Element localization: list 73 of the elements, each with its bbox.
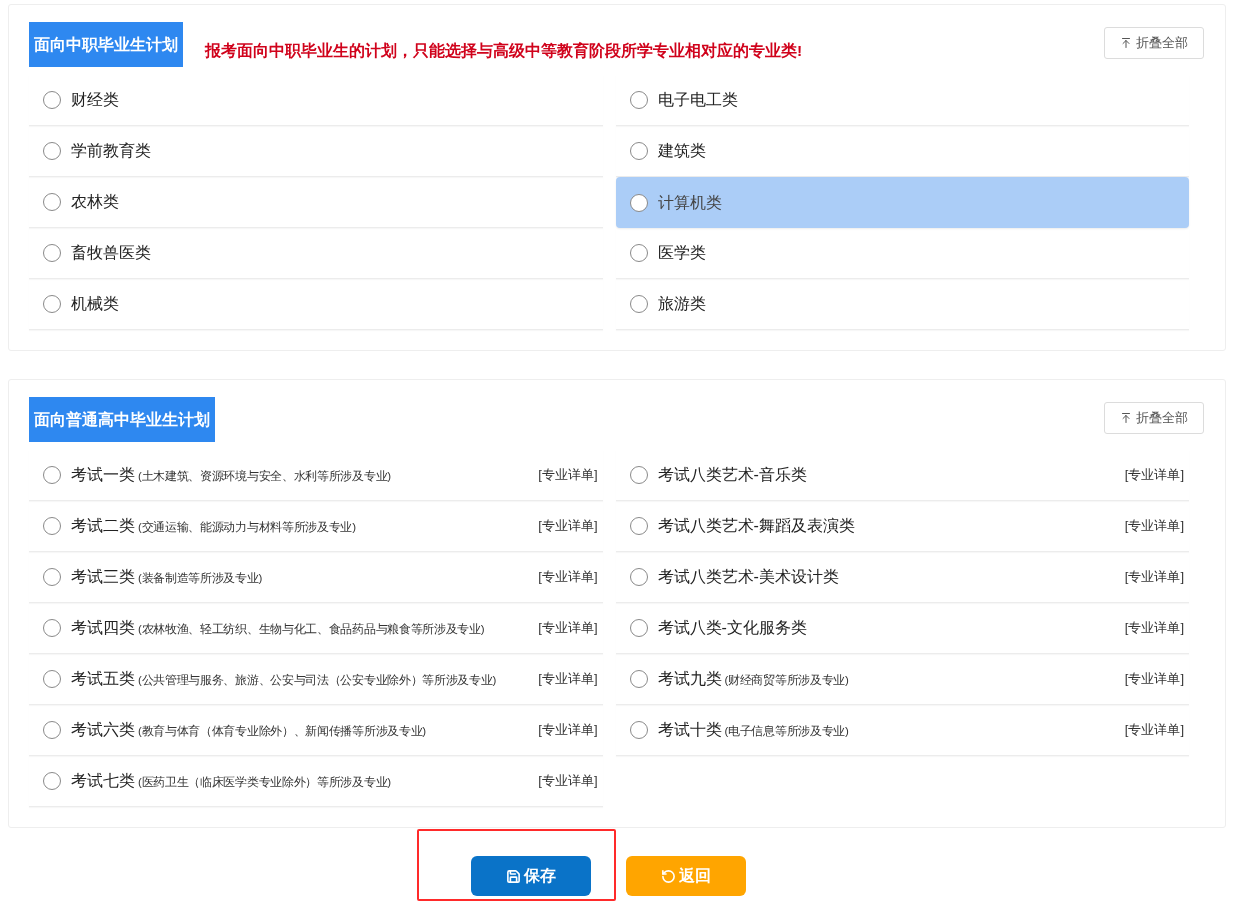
option-row[interactable]: 畜牧兽医类 (29, 228, 603, 279)
collapse-button[interactable]: 折叠全部 (1104, 27, 1204, 59)
option-row[interactable]: 考试八类艺术-美术设计类 [专业详单] (615, 552, 1189, 603)
detail-link[interactable]: [专业详单] (1124, 465, 1184, 485)
option-label: 旅游类 (657, 294, 706, 314)
option-label: 考试一类 (71, 465, 135, 485)
option-row[interactable]: 电子电工类 (615, 75, 1189, 126)
option-label: 农林类 (71, 192, 119, 212)
option-note: (农林牧渔、轻工纺织、生物与化工、食品药品与粮食等所涉及专业) (138, 622, 485, 637)
option-label: 医学类 (657, 243, 706, 263)
detail-link[interactable]: [专业详单] (1124, 618, 1184, 638)
option-label: 考试九类 (657, 669, 722, 689)
option-row[interactable]: 农林类 (29, 177, 603, 228)
section-title: 面向中职毕业生计划 (29, 22, 183, 67)
detail-link[interactable]: [专业详单] (1124, 516, 1184, 536)
option-label: 考试四类 (71, 618, 135, 638)
option-row[interactable]: 考试八类艺术-音乐类 [专业详单] (615, 450, 1189, 501)
option-label: 考试八类艺术-舞蹈及表演类 (657, 516, 855, 536)
option-label: 畜牧兽医类 (71, 243, 151, 263)
option-row[interactable]: 财经类 (29, 75, 603, 126)
option-row[interactable]: 医学类 (615, 228, 1189, 279)
option-row[interactable]: 机械类 (29, 279, 603, 330)
option-label: 考试八类艺术-美术设计类 (657, 567, 839, 587)
option-note: (电子信息等所涉及专业) (724, 724, 849, 739)
option-label: 机械类 (71, 294, 119, 314)
option-note: (教育与体育（体育专业除外）、新闻传播等所涉及专业) (138, 723, 426, 739)
option-label: 学前教育类 (71, 141, 151, 161)
option-note: (装备制造等所涉及专业) (138, 571, 263, 586)
option-row[interactable]: 考试五类 (公共管理与服务、旅游、公安与司法（公安专业除外）等所涉及专业) [专业详单] (29, 654, 603, 705)
detail-link[interactable]: [专业详单] (538, 465, 598, 485)
option-row[interactable]: 考试八类艺术-舞蹈及表演类 [专业详单] (615, 501, 1189, 552)
option-row[interactable]: 考试二类 (交通运输、能源动力与材料等所涉及专业) [专业详单] (29, 501, 603, 552)
option-label: 电子电工类 (657, 90, 738, 110)
option-label: 考试十类 (657, 720, 722, 740)
option-note: (土木建筑、资源环境与安全、水利等所涉及专业) (138, 469, 391, 484)
option-label: 考试二类 (71, 516, 135, 536)
option-row[interactable]: 考试一类 (土木建筑、资源环境与安全、水利等所涉及专业) [专业详单] (29, 450, 603, 501)
detail-link[interactable]: [专业详单] (538, 669, 598, 689)
option-label: 考试八类-文化服务类 (657, 618, 807, 638)
option-note: (公共管理与服务、旅游、公安与司法（公安专业除外）等所涉及专业) (138, 673, 497, 688)
option-label: 计算机类 (657, 192, 722, 213)
detail-link[interactable]: [专业详单] (538, 618, 598, 638)
detail-link[interactable]: [专业详单] (538, 771, 598, 791)
save-button[interactable]: 保存 (471, 856, 591, 896)
detail-link[interactable]: [专业详单] (1124, 567, 1184, 587)
option-label: 考试三类 (71, 567, 135, 587)
option-label: 考试六类 (71, 720, 135, 740)
option-note: (交通运输、能源动力与材料等所涉及专业) (138, 520, 356, 535)
option-label: 建筑类 (657, 141, 706, 161)
detail-link[interactable]: [专业详单] (538, 567, 598, 587)
notice-text: 报考面向中职毕业生的计划，只能选择与高级中等教育阶段所学专业相对应的专业类! (205, 41, 803, 61)
option-label: 考试七类 (71, 771, 135, 791)
detail-link[interactable]: [专业详单] (1124, 669, 1184, 689)
collapse-button[interactable]: 折叠全部 (1104, 402, 1204, 434)
option-row[interactable]: 计算机类 (615, 177, 1189, 228)
option-row[interactable]: 考试七类 (医药卫生（临床医学类专业除外）等所涉及专业) [专业详单] (29, 756, 603, 807)
option-row[interactable]: 学前教育类 (29, 126, 603, 177)
option-label: 考试五类 (71, 669, 135, 689)
option-row[interactable]: 旅游类 (615, 279, 1189, 330)
detail-link[interactable]: [专业详单] (538, 516, 598, 536)
detail-link[interactable]: [专业详单] (538, 720, 598, 740)
option-label: 财经类 (71, 90, 119, 110)
option-label: 考试八类艺术-音乐类 (657, 465, 807, 485)
option-row[interactable]: 考试十类 (电子信息等所涉及专业) [专业详单] (615, 705, 1189, 756)
option-row[interactable]: 考试四类 (农林牧渔、轻工纺织、生物与化工、食品药品与粮食等所涉及专业) [专业详单] (29, 603, 603, 654)
option-row[interactable]: 考试六类 (教育与体育（体育专业除外）、新闻传播等所涉及专业) [专业详单] (29, 705, 603, 756)
option-row[interactable]: 考试八类-文化服务类 [专业详单] (615, 603, 1189, 654)
section-title: 面向普通高中毕业生计划 (29, 397, 215, 442)
option-note: (财经商贸等所涉及专业) (724, 673, 849, 688)
option-row[interactable]: 考试三类 (装备制造等所涉及专业) [专业详单] (29, 552, 603, 603)
detail-link[interactable]: [专业详单] (1124, 720, 1184, 740)
option-row[interactable]: 考试九类 (财经商贸等所涉及专业) [专业详单] (615, 654, 1189, 705)
option-note: (医药卫生（临床医学类专业除外）等所涉及专业) (138, 775, 391, 790)
